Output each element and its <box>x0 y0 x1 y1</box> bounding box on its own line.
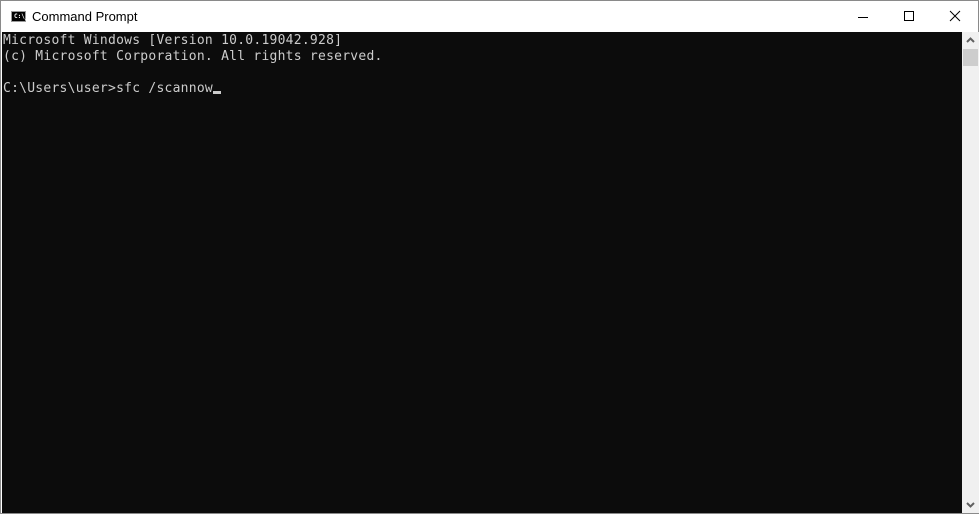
scroll-up-button[interactable] <box>962 32 979 49</box>
chevron-down-icon <box>966 502 975 508</box>
console-line: (c) Microsoft Corporation. All rights re… <box>3 49 383 64</box>
command-line[interactable]: C:\Users\user>sfc /scannow <box>3 81 221 96</box>
maximize-button[interactable] <box>886 1 932 32</box>
scroll-down-button[interactable] <box>962 496 979 513</box>
console-line: Microsoft Windows [Version 10.0.19042.92… <box>3 33 343 48</box>
scroll-thumb[interactable] <box>963 49 978 66</box>
chevron-up-icon <box>966 37 975 43</box>
console-output[interactable]: Microsoft Windows [Version 10.0.19042.92… <box>2 32 962 513</box>
close-icon <box>949 10 961 22</box>
command-prompt-window: C:\_ Command Prompt Microsoft Windows [V… <box>0 0 979 514</box>
prompt-command: C:\Users\user>sfc /scannow <box>3 81 213 96</box>
close-button[interactable] <box>932 1 978 32</box>
text-cursor <box>213 91 221 94</box>
title-bar[interactable]: C:\_ Command Prompt <box>1 1 978 32</box>
vertical-scrollbar[interactable] <box>962 32 979 513</box>
cmd-icon[interactable]: C:\_ <box>11 11 28 22</box>
window-title: Command Prompt <box>32 9 138 24</box>
minimize-button[interactable] <box>840 1 886 32</box>
